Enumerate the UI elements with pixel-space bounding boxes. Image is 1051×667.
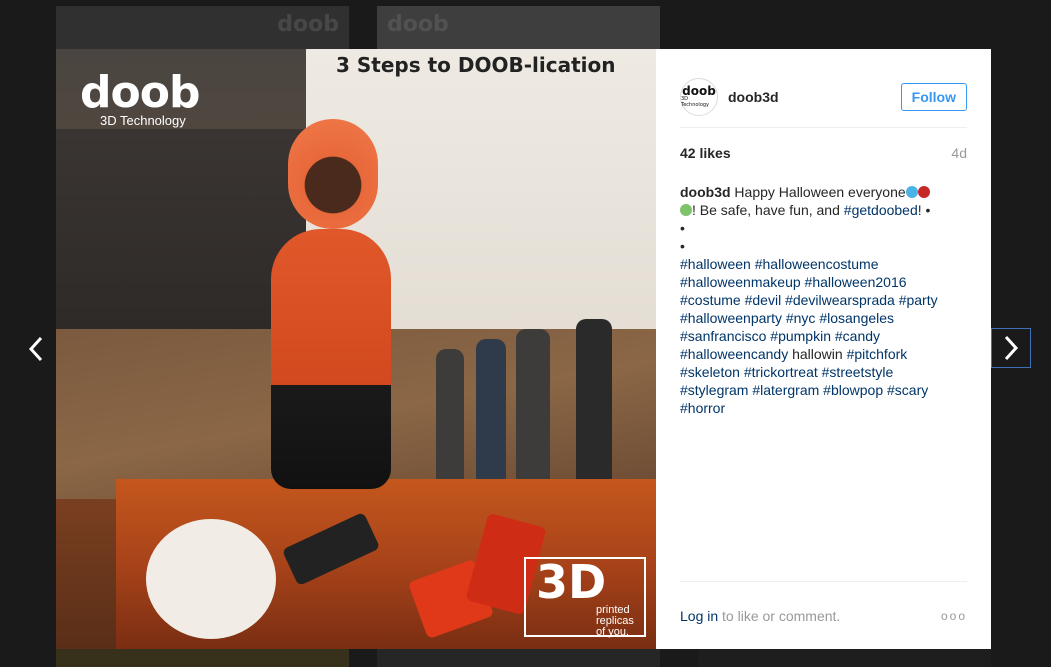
hashtag-link[interactable]: #nyc — [786, 310, 816, 326]
stamp-caption: printed replicas of you. — [596, 604, 634, 638]
post-details-panel: doob 3D Technology doob3d Follow 42 like… — [656, 49, 991, 649]
hashtag-link[interactable]: #devilwearsprada — [785, 292, 895, 308]
hashtag-link[interactable]: #devil — [745, 292, 782, 308]
alien-emoji-icon — [680, 204, 692, 216]
chevron-left-icon — [28, 336, 43, 362]
hashtag-link[interactable]: #getdoobed — [844, 202, 918, 218]
caption-plain-word: hallowin — [792, 346, 843, 362]
hashtag-link[interactable]: #halloweenmakeup — [680, 274, 801, 290]
hashtag-link[interactable]: #scary — [887, 382, 928, 398]
more-options-icon[interactable]: ooo — [941, 609, 967, 623]
hashtag-link[interactable]: #pitchfork — [847, 346, 908, 362]
hashtag-link[interactable]: #stylegram — [680, 382, 748, 398]
hashtag-link[interactable]: #losangeles — [819, 310, 894, 326]
hashtag-link[interactable]: #horror — [680, 400, 725, 416]
hashtag-link[interactable]: #costume — [680, 292, 741, 308]
hashtag-link[interactable]: #blowpop — [823, 382, 883, 398]
caption-text: Happy Halloween everyone — [730, 184, 906, 200]
previous-post-button[interactable] — [16, 329, 56, 369]
skull-emoji-icon — [905, 186, 918, 198]
avatar[interactable]: doob 3D Technology — [680, 78, 718, 116]
photo-devil-figure — [271, 229, 391, 489]
photo-figurine — [436, 349, 464, 499]
hashtag-link[interactable]: #halloweenparty — [680, 310, 782, 326]
caption-username[interactable]: doob3d — [680, 184, 731, 200]
hashtag-link[interactable]: #sanfrancisco — [680, 328, 766, 344]
hashtag-link[interactable]: #candy — [835, 328, 880, 344]
next-post-button[interactable] — [991, 328, 1031, 368]
hashtag-link[interactable]: #halloweencostume — [755, 256, 879, 272]
login-link[interactable]: Log in — [680, 608, 718, 624]
hashtag-link[interactable]: #party — [899, 292, 938, 308]
avatar-subtext: 3D Technology — [681, 96, 710, 108]
hashtag-link[interactable]: #latergram — [752, 382, 819, 398]
chevron-right-icon — [1004, 335, 1019, 361]
caption-bullet: • — [680, 220, 685, 236]
post-header: doob 3D Technology doob3d Follow — [680, 67, 967, 128]
follow-button[interactable]: Follow — [900, 83, 967, 111]
caption-text: ! Be safe, have fun, and — [692, 202, 844, 218]
post-age[interactable]: 4d — [951, 145, 967, 161]
stamp-3d-text: 3D — [536, 555, 607, 609]
photo-candy — [146, 519, 276, 639]
photo-3d-stamp: 3D printed replicas of you. — [524, 555, 646, 638]
photo-brand-logo: doob — [80, 67, 200, 118]
post-caption: doob3d Happy Halloween everyone ! Be saf… — [680, 183, 967, 417]
login-suffix-text: to like or comment. — [718, 608, 841, 624]
photo-figure-head — [288, 119, 378, 229]
hashtag-link[interactable]: #halloween — [680, 256, 751, 272]
devil-emoji-icon — [917, 186, 930, 198]
post-photo[interactable]: doob 3D Technology 3 Steps to DOOB-licat… — [56, 49, 656, 649]
post-stats: 42 likes 4d — [680, 145, 967, 161]
post-modal: doob 3D Technology 3 Steps to DOOB-licat… — [56, 49, 991, 649]
hashtag-link[interactable]: #halloweencandy — [680, 346, 788, 362]
hashtag-link[interactable]: #skeleton — [680, 364, 740, 380]
author-username[interactable]: doob3d — [728, 89, 779, 105]
post-footer: Log in to like or comment. ooo — [680, 581, 967, 650]
avatar-text: doob — [682, 84, 716, 98]
hashtag-link[interactable]: #halloween2016 — [805, 274, 907, 290]
caption-bullet: • — [680, 238, 685, 254]
hashtag-link[interactable]: #streetstyle — [822, 364, 894, 380]
photo-brand-subtitle: 3D Technology — [100, 113, 186, 128]
likes-count[interactable]: 42 likes — [680, 145, 731, 161]
caption-text: ! • — [917, 202, 931, 218]
hashtag-link[interactable]: #trickortreat — [744, 364, 818, 380]
photo-sign: 3 Steps to DOOB-lication — [336, 53, 616, 77]
hashtag-link[interactable]: #pumpkin — [770, 328, 831, 344]
